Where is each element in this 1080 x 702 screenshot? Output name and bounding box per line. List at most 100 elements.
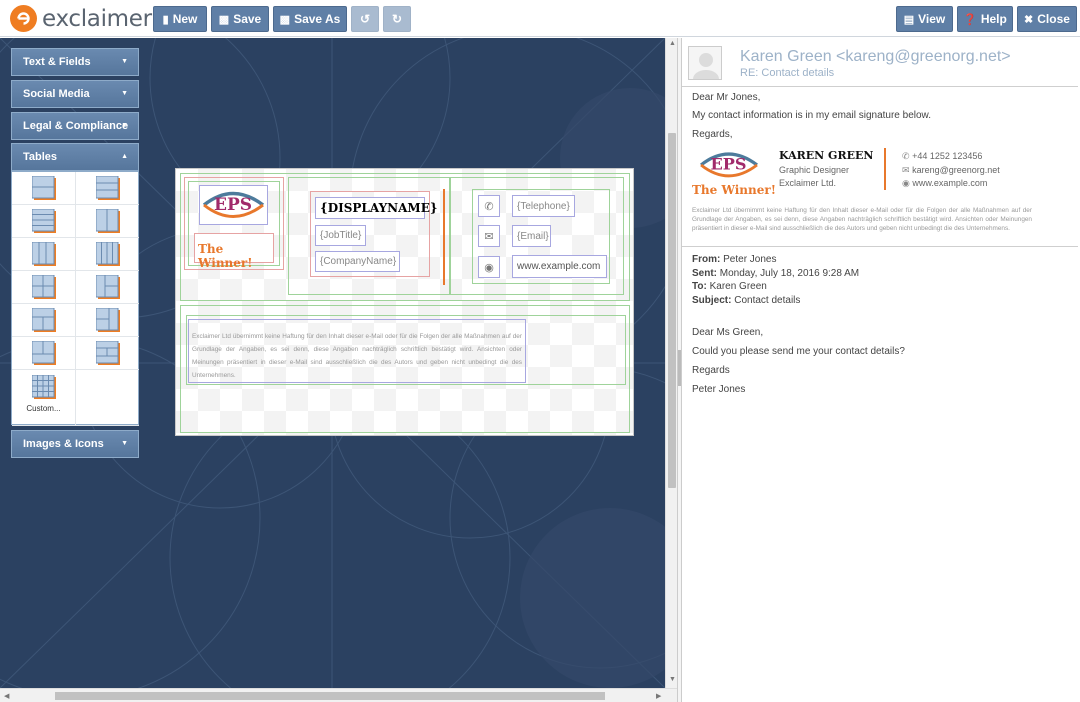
person-icon [693, 53, 719, 79]
table-custom[interactable]: Custom... [12, 370, 76, 426]
winner-image[interactable]: The Winner! [194, 233, 274, 270]
exclaimer-logo-icon [10, 5, 37, 32]
jobtitle-field[interactable]: {JobTitle} [315, 225, 366, 246]
table-2row-icon [31, 176, 56, 200]
envelope-icon[interactable]: ✉ [478, 225, 500, 247]
quoted-from: From: Peter Jones [692, 254, 777, 265]
companyname-field[interactable]: {CompanyName} [315, 251, 400, 272]
table-row-split-bottom-icon [31, 308, 56, 332]
new-button[interactable]: ▮ New [153, 6, 207, 32]
quoted-body: Could you please send me your contact de… [692, 346, 905, 357]
panel-social-media[interactable]: Social Media ▼ [11, 80, 139, 108]
save-as-button[interactable]: ▩ Save As [273, 6, 347, 32]
redo-icon: ↻ [391, 12, 403, 26]
signature-phone: ✆ +44 1252 123456 [902, 151, 983, 161]
table-layout-6[interactable] [76, 238, 139, 271]
orange-divider [443, 189, 445, 285]
quoted-greeting: Dear Ms Green, [692, 327, 764, 338]
table-4col-icon [95, 242, 120, 266]
quoted-regards: Regards [692, 365, 730, 376]
caret-down-icon: ▼ [121, 90, 128, 97]
close-icon: ✖ [1024, 13, 1034, 26]
scroll-thumb[interactable] [55, 692, 605, 700]
scroll-left-icon[interactable]: ◀ [4, 692, 9, 700]
view-button[interactable]: ▤ View [896, 6, 953, 32]
table-layout-12[interactable] [76, 337, 139, 370]
disclaimer-block[interactable]: Exclaimer Ltd übernimmt keine Haftung fü… [188, 319, 526, 383]
globe-icon[interactable]: ◉ [478, 256, 500, 278]
body-text: My contact information is in my email si… [692, 110, 931, 121]
scroll-thumb[interactable] [668, 133, 676, 488]
eps-logo-image[interactable]: EPS [199, 185, 268, 225]
view-icon: ▤ [903, 13, 915, 26]
signature-title: Graphic Designer [779, 165, 850, 175]
scroll-down-icon[interactable]: ▼ [669, 676, 676, 683]
subject-header: RE: Contact details [740, 67, 835, 79]
toolbar: exclaimer ▮ New ▩ Save ▩ Save As ↺ ↻ ▤ V… [0, 0, 1080, 37]
avatar [688, 46, 722, 80]
disclaimer-text: Exclaimer Ltd übernimmt keine Haftung fü… [192, 333, 522, 379]
panel-label: Text & Fields [23, 56, 91, 68]
table-2col-icon [95, 209, 120, 233]
signature-divider [884, 148, 886, 190]
table-layout-9[interactable] [12, 304, 76, 337]
table-layout-3[interactable] [12, 205, 76, 238]
panel-legal-compliance[interactable]: Legal & Compliance ▼ [11, 112, 139, 140]
redo-button[interactable]: ↻ [383, 6, 411, 32]
undo-button[interactable]: ↺ [351, 6, 379, 32]
table-layout-7[interactable] [12, 271, 76, 304]
displayname-field[interactable]: {DISPLAYNAME} [315, 197, 438, 219]
table-2x2-icon [31, 275, 56, 299]
regards: Regards, [692, 129, 733, 140]
envelope-icon: ✉ [902, 165, 910, 175]
table-layout-2[interactable] [76, 172, 139, 205]
splitter-grip[interactable] [678, 350, 681, 386]
save-as-label: Save As [294, 12, 341, 26]
table-4row-icon [31, 209, 56, 233]
table-layout-10[interactable] [76, 304, 139, 337]
table-layout-4[interactable] [76, 205, 139, 238]
canvas-horizontal-scrollbar[interactable]: ◀ ▶ [0, 688, 677, 702]
caret-up-icon: ▲ [121, 153, 128, 160]
brand-name: exclaimer [42, 5, 152, 32]
website-field[interactable]: www.example.com [512, 255, 607, 278]
panel-label: Images & Icons [23, 438, 104, 450]
table-3row-icon [95, 176, 120, 200]
view-label: View [918, 12, 946, 26]
caret-down-icon: ▼ [121, 440, 128, 447]
save-button[interactable]: ▩ Save [211, 6, 269, 32]
eps-eye-logo-icon: EPS [202, 191, 265, 218]
quote-divider [682, 246, 1078, 247]
close-label: Close [1037, 12, 1070, 26]
email-field[interactable]: {Email} [512, 225, 551, 247]
custom-label: Custom... [26, 404, 61, 413]
quoted-signoff: Peter Jones [692, 384, 746, 395]
table-layout-11[interactable] [12, 337, 76, 370]
table-layout-8[interactable] [76, 271, 139, 304]
save-label: Save [233, 12, 262, 26]
table-layout-1[interactable] [12, 172, 76, 205]
signature-winner: The Winner! [692, 183, 776, 197]
phone-icon[interactable]: ✆ [478, 195, 500, 217]
help-button[interactable]: ❓ Help [957, 6, 1013, 32]
scroll-right-icon[interactable]: ▶ [656, 692, 661, 700]
panel-tables[interactable]: Tables ▲ [11, 143, 139, 171]
canvas-vertical-scrollbar[interactable]: ▲ ▼ [665, 38, 677, 688]
caret-down-icon: ▼ [121, 58, 128, 65]
quoted-sent: Sent: Monday, July 18, 2016 9:28 AM [692, 268, 860, 279]
greeting: Dear Mr Jones, [692, 92, 761, 103]
telephone-field[interactable]: {Telephone} [512, 195, 575, 217]
signature-name: KAREN GREEN [779, 149, 874, 162]
eps-eye-logo-icon: EPS [700, 152, 758, 178]
signature-editor[interactable]: EPS The Winner! {DISPLAYNAME} {JobTitle}… [175, 168, 634, 436]
scroll-up-icon[interactable]: ▲ [669, 40, 676, 47]
panel-text-fields[interactable]: Text & Fields ▼ [11, 48, 139, 76]
close-button[interactable]: ✖ Close [1017, 6, 1077, 32]
panel-label: Social Media [23, 88, 90, 100]
panel-images-icons[interactable]: Images & Icons ▼ [11, 430, 139, 458]
svg-text:EPS: EPS [214, 195, 252, 215]
quoted-to: To: Karen Green [692, 281, 767, 292]
table-layout-5[interactable] [12, 238, 76, 271]
signature-disclaimer: Exclaimer Ltd übernimmt keine Haftung fü… [692, 207, 1032, 232]
undo-icon: ↺ [359, 12, 371, 26]
